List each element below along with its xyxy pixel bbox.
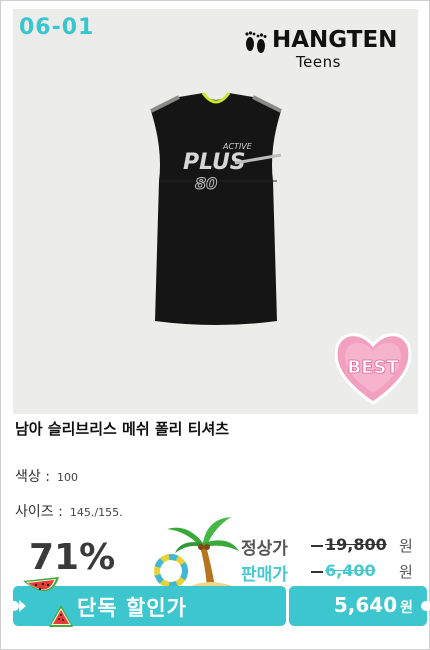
brand-sub: Teens	[296, 53, 341, 71]
color-row: 색상 : 100	[15, 466, 78, 486]
exclusive-price-currency: 원	[400, 600, 413, 616]
watermelon-icon	[23, 577, 59, 592]
ticket-notch	[421, 601, 430, 611]
exclusive-price-text: 5,640 원	[334, 593, 413, 617]
sale-price-row: 판매가 6,400 원	[241, 560, 421, 586]
best-heart-badge: BEST	[334, 333, 412, 405]
best-badge-label: BEST	[347, 357, 399, 378]
regular-price: 19,800	[325, 535, 387, 554]
sale-price: 6,400	[325, 561, 376, 580]
regular-price-dash	[311, 545, 323, 547]
product-title[interactable]: 남아 슬리브리스 메쉬 폴리 티셔츠	[15, 418, 229, 439]
product-card[interactable]: 06-01 HANGTEN Teens ACTIVE PLUS 80 BEST …	[0, 0, 430, 650]
brand-name: HANGTEN	[272, 27, 398, 53]
regular-price-currency: 원	[399, 537, 413, 555]
shirt-illustration: ACTIVE PLUS 80	[150, 92, 282, 325]
exclusive-label: 단독 할인가	[77, 596, 187, 620]
regular-price-row: 정상가 19,800 원	[241, 534, 421, 560]
footprint-icon	[245, 31, 267, 53]
watermelon-icon	[49, 605, 73, 627]
exclusive-price-bar[interactable]: 단독 할인가 5,640 원	[9, 586, 430, 626]
regular-price-label: 정상가	[241, 539, 288, 559]
color-label: 색상 :	[15, 469, 50, 485]
size-row: 사이즈 : 145./155.	[15, 501, 123, 521]
exclusive-price-panel[interactable]: 5,640 원	[289, 586, 430, 626]
brand-logo: HANGTEN Teens	[234, 23, 404, 73]
discount-rate: 71%	[29, 537, 116, 578]
size-value: 145./155.	[69, 506, 123, 519]
price-block: 정상가 19,800 원 판매가 6,400 원	[241, 534, 421, 586]
size-label: 사이즈 :	[15, 504, 63, 520]
sale-price-label: 판매가	[241, 565, 288, 585]
product-image[interactable]: 06-01 HANGTEN Teens ACTIVE PLUS 80 BEST	[13, 9, 418, 414]
product-code: 06-01	[19, 15, 95, 40]
exclusive-price: 5,640	[333, 593, 398, 617]
sale-price-dash	[311, 571, 323, 573]
sale-price-currency: 원	[399, 563, 413, 581]
palm-tree-icon	[154, 517, 239, 588]
color-value: 100	[57, 471, 79, 484]
ticket-notch	[9, 601, 19, 611]
shirt-print-num: 80	[195, 174, 217, 193]
